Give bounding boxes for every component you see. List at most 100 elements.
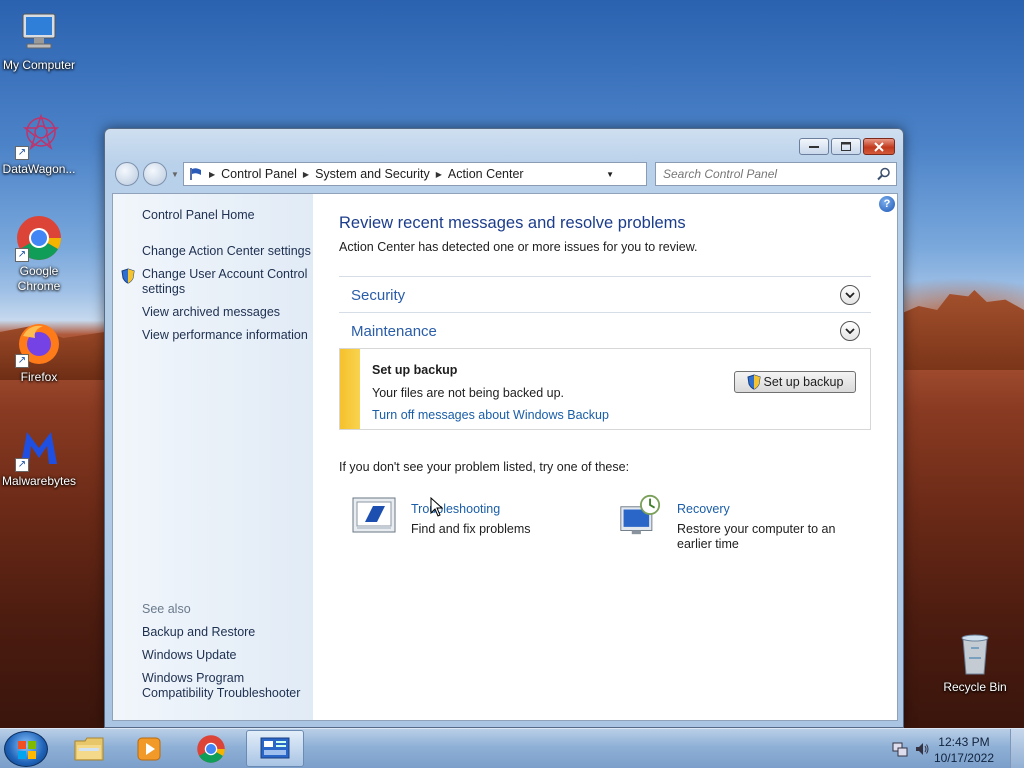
desktop-icon-recycle-bin[interactable]: Recycle Bin xyxy=(936,630,1014,695)
sidebar-link-control-panel-home[interactable]: Control Panel Home xyxy=(142,208,312,223)
message-title: Set up backup xyxy=(372,363,458,377)
recent-pages-dropdown[interactable]: ▼ xyxy=(171,170,179,179)
turn-off-backup-messages-link[interactable]: Turn off messages about Windows Backup xyxy=(372,408,609,422)
help-button[interactable]: ? xyxy=(879,196,895,212)
breadcrumb-separator: ▶ xyxy=(435,169,442,179)
minimize-icon xyxy=(809,145,819,148)
expand-security-button[interactable] xyxy=(840,285,860,305)
breadcrumb-separator: ▶ xyxy=(302,169,310,179)
folder-icon xyxy=(74,737,104,760)
show-desktop-button[interactable] xyxy=(1010,729,1024,768)
system-tray: 12:43 PM 10/17/2022 xyxy=(884,729,1024,768)
search-placeholder: Search Control Panel xyxy=(663,167,778,181)
desktop-icon-google-chrome[interactable]: ↗ Google Chrome xyxy=(0,214,78,294)
volume-icon[interactable] xyxy=(914,741,930,757)
section-security[interactable]: Security xyxy=(339,276,871,312)
maximize-icon xyxy=(841,142,851,151)
breadcrumb-action-center[interactable]: Action Center xyxy=(448,167,524,181)
recovery-description: Restore your computer to an earlier time xyxy=(677,522,836,551)
action-center-window: ▼ ▶ Control Panel ▶ System and Security … xyxy=(104,128,904,728)
address-dropdown-icon[interactable]: ▼ xyxy=(606,170,614,179)
troubleshooting-icon xyxy=(352,497,396,533)
shortcut-arrow-icon: ↗ xyxy=(15,354,29,368)
recovery-icon xyxy=(620,494,661,535)
search-input[interactable]: Search Control Panel xyxy=(655,162,897,186)
window-client-area: Control Panel Home Change Action Center … xyxy=(112,193,898,721)
sidebar-link-change-uac-settings[interactable]: Change User Account Control settings xyxy=(142,267,312,297)
desktop-icon-label: My Computer xyxy=(2,58,76,72)
desktop-icon-label: Malwarebytes xyxy=(1,474,77,488)
uac-shield-icon xyxy=(746,374,761,390)
troubleshooting-link[interactable]: Troubleshooting xyxy=(411,502,500,516)
problem-hint-text: If you don't see your problem listed, tr… xyxy=(339,460,630,474)
start-button[interactable] xyxy=(4,731,48,767)
firefox-icon: ↗ xyxy=(15,320,63,368)
breadcrumb-system-and-security[interactable]: System and Security xyxy=(315,167,430,181)
taskbar: 12:43 PM 10/17/2022 xyxy=(0,728,1024,768)
sidebar-link-view-performance-information[interactable]: View performance information xyxy=(142,328,312,343)
clock-date: 10/17/2022 xyxy=(933,751,994,765)
computer-icon xyxy=(15,8,63,56)
windows-logo-icon xyxy=(18,741,36,759)
page-subtitle: Action Center has detected one or more i… xyxy=(339,240,698,254)
desktop-icon-malwarebytes[interactable]: ↗ Malwarebytes xyxy=(0,424,78,489)
forward-button[interactable] xyxy=(143,162,167,186)
action-center-flag-icon xyxy=(190,168,201,180)
troubleshooting-description: Find and fix problems xyxy=(411,522,531,536)
chevron-down-icon xyxy=(845,292,855,298)
control-panel-icon xyxy=(260,737,290,758)
media-player-icon xyxy=(137,737,161,760)
backup-message: Set up backup Your files are not being b… xyxy=(339,348,871,430)
caption-buttons xyxy=(797,138,895,155)
shortcut-arrow-icon: ↗ xyxy=(15,146,29,160)
desktop-icon-label: Recycle Bin xyxy=(943,680,1007,694)
set-up-backup-label: Set up backup xyxy=(763,375,844,389)
uac-shield-icon xyxy=(121,268,135,284)
section-maintenance-title: Maintenance xyxy=(351,323,437,340)
message-text: Your files are not being backed up. xyxy=(372,386,565,400)
desktop-icon-label: Google Chrome xyxy=(17,264,61,293)
minimize-button[interactable] xyxy=(799,138,829,155)
maximize-button[interactable] xyxy=(831,138,861,155)
recovery-link[interactable]: Recovery xyxy=(677,502,730,516)
sidebar-link-change-action-center-settings[interactable]: Change Action Center settings xyxy=(142,244,312,259)
main-content: ? Review recent messages and resolve pro… xyxy=(313,194,897,720)
section-security-title: Security xyxy=(351,287,406,304)
wallpaper-rock-right xyxy=(900,290,1024,370)
set-up-backup-button[interactable]: Set up backup xyxy=(734,371,856,393)
back-button[interactable] xyxy=(115,162,139,186)
chevron-down-icon xyxy=(845,328,855,334)
breadcrumb-control-panel[interactable]: Control Panel xyxy=(221,167,297,181)
taskbar-explorer[interactable] xyxy=(60,730,118,767)
see-also-link-windows-update[interactable]: Windows Update xyxy=(142,648,312,663)
recycle-bin-icon xyxy=(951,630,999,678)
chrome-icon: ↗ xyxy=(15,214,63,262)
desktop-icon-firefox[interactable]: ↗ Firefox xyxy=(0,320,78,385)
left-navigation-pane: Control Panel Home Change Action Center … xyxy=(113,194,313,720)
see-also-heading: See also xyxy=(142,602,191,616)
clock-time: 12:43 PM xyxy=(938,735,990,749)
navigation-bar: ▼ ▶ Control Panel ▶ System and Security … xyxy=(115,161,897,187)
search-icon[interactable] xyxy=(877,167,891,181)
network-icon[interactable] xyxy=(892,741,908,757)
taskbar-media-player[interactable] xyxy=(120,730,178,767)
malwarebytes-icon: ↗ xyxy=(15,424,63,472)
see-also-link-program-compatibility-troubleshooter[interactable]: Windows Program Compatibility Troublesho… xyxy=(142,671,312,701)
expand-maintenance-button[interactable] xyxy=(840,321,860,341)
taskbar-chrome[interactable] xyxy=(182,730,240,767)
close-button[interactable] xyxy=(863,138,895,155)
breadcrumb-separator: ▶ xyxy=(209,169,216,179)
address-bar[interactable]: ▶ Control Panel ▶ System and Security ▶ … xyxy=(183,162,647,186)
clock[interactable]: 12:43 PM 10/17/2022 xyxy=(934,734,994,766)
datawagon-icon: ↗ xyxy=(15,112,63,160)
desktop-icon-label: Firefox xyxy=(20,370,58,384)
shortcut-arrow-icon: ↗ xyxy=(15,248,29,262)
close-icon xyxy=(874,141,884,152)
section-maintenance[interactable]: Maintenance xyxy=(339,312,871,348)
sidebar-link-view-archived-messages[interactable]: View archived messages xyxy=(142,305,312,320)
see-also-link-backup-and-restore[interactable]: Backup and Restore xyxy=(142,625,312,640)
desktop-icon-datawagon[interactable]: ↗ DataWagon... xyxy=(0,112,78,177)
desktop-icon-my-computer[interactable]: My Computer xyxy=(0,8,78,73)
taskbar-control-panel[interactable] xyxy=(246,730,304,767)
page-title: Review recent messages and resolve probl… xyxy=(339,214,686,232)
